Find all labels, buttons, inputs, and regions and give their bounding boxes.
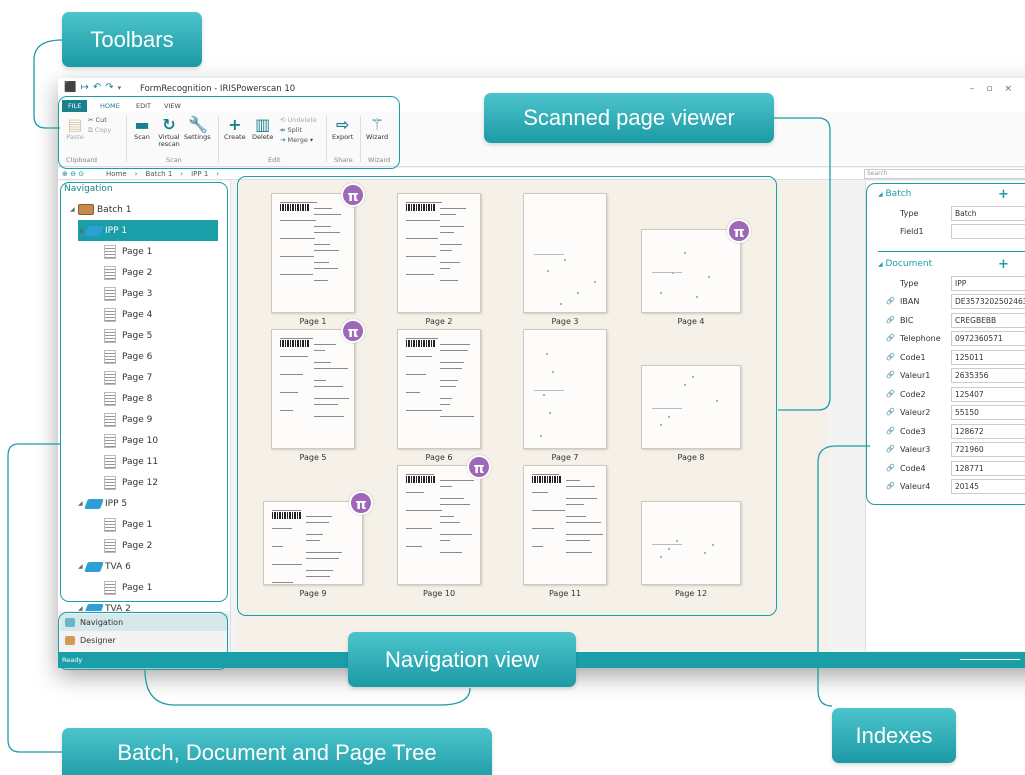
callout-tree: Batch, Document and Page Tree — [62, 728, 492, 775]
screenshot-stage: ⬛ ↦ ↶ ↷ ▾ FormRecognition - IRISPowersca… — [0, 0, 1025, 775]
callout-scanned-page-viewer: Scanned page viewer — [484, 93, 774, 143]
callout-indexes: Indexes — [832, 708, 956, 763]
callout-navigation-view: Navigation view — [348, 632, 576, 687]
callout-toolbars: Toolbars — [62, 12, 202, 67]
